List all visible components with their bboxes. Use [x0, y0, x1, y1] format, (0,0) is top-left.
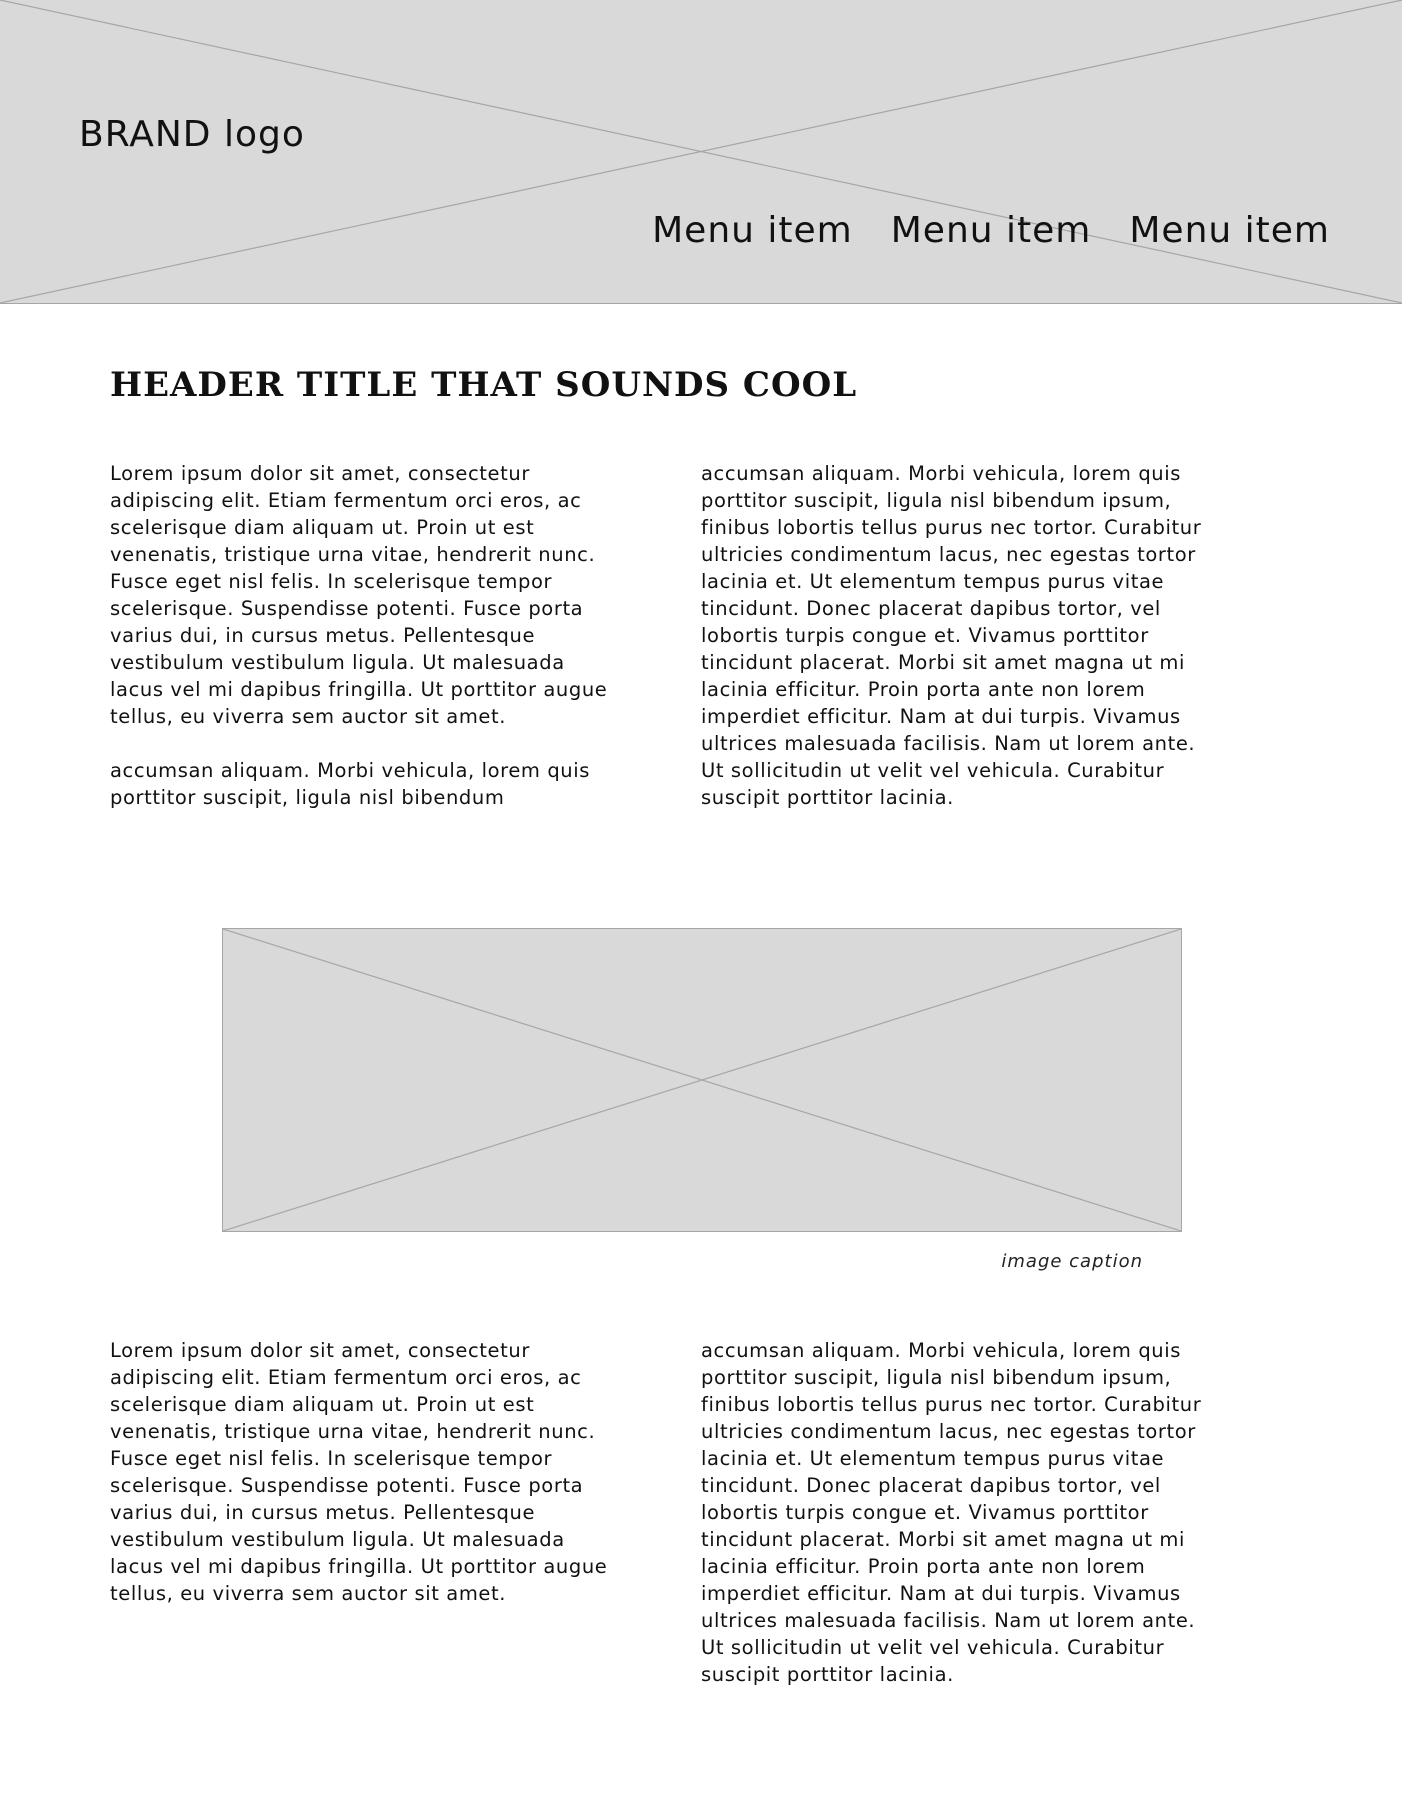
image-placeholder-icon [223, 929, 1181, 1231]
section2-left-paragraph-1: Lorem ipsum dolor sit amet, consectetur … [110, 1339, 608, 1605]
nav-menu-item-2[interactable]: Menu item [891, 210, 1092, 251]
nav-menu-item-3[interactable]: Menu item [1129, 210, 1330, 251]
main-nav: Menu item Menu item Menu item [652, 210, 1330, 251]
site-header: BRAND logo Menu item Menu item Menu item [0, 0, 1402, 304]
section2-left-column: Lorem ipsum dolor sit amet, consectetur … [110, 1337, 620, 1637]
section1-left-paragraph-1: Lorem ipsum dolor sit amet, consectetur … [110, 462, 608, 728]
nav-menu-item-1[interactable]: Menu item [652, 210, 853, 251]
image-caption: image caption [1001, 1251, 1143, 1272]
content-image-placeholder [222, 928, 1182, 1232]
section1-left-paragraph-2: accumsan aliquam. Morbi vehicula, lorem … [110, 759, 591, 809]
brand-logo[interactable]: BRAND logo [79, 114, 305, 155]
section1-left-column: Lorem ipsum dolor sit amet, consectetur … [110, 460, 620, 832]
section1-right-column: accumsan aliquam. Morbi vehicula, lorem … [701, 460, 1211, 832]
section2-right-paragraph-1: accumsan aliquam. Morbi vehicula, lorem … [701, 1339, 1202, 1686]
section1-right-paragraph-1: accumsan aliquam. Morbi vehicula, lorem … [701, 462, 1202, 809]
section2-right-column: accumsan aliquam. Morbi vehicula, lorem … [701, 1337, 1211, 1709]
page-title: HEADER TITLE THAT SOUNDS COOL [110, 365, 858, 405]
